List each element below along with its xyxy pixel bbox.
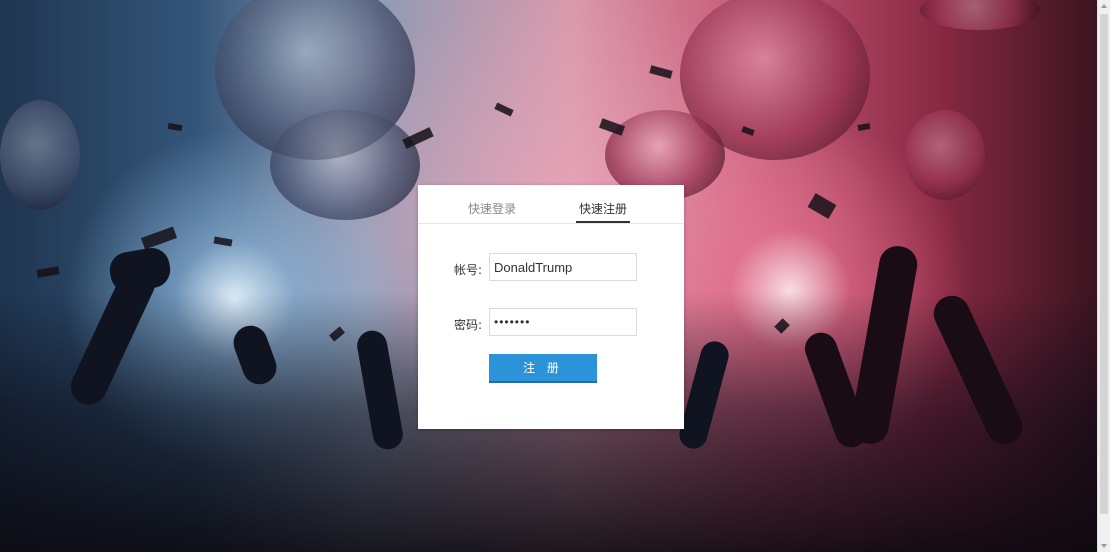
tab-quick-register[interactable]: 快速注册 <box>579 200 627 217</box>
password-row: 密码: <box>418 308 684 338</box>
vertical-scrollbar[interactable] <box>1097 0 1110 552</box>
active-tab-indicator <box>576 221 630 223</box>
confetti <box>807 193 837 219</box>
scroll-down-arrow-icon[interactable] <box>1101 544 1107 548</box>
raised-hand <box>106 245 174 295</box>
confetti <box>140 226 178 250</box>
register-button[interactable]: 注 册 <box>489 354 597 383</box>
disco-ball <box>0 100 80 210</box>
tab-bar: 快速登录 快速注册 <box>418 185 684 224</box>
password-input[interactable] <box>489 308 637 336</box>
confetti <box>167 122 183 132</box>
disco-ball <box>270 110 420 220</box>
confetti <box>494 102 514 117</box>
tab-quick-login[interactable]: 快速登录 <box>468 200 516 217</box>
scroll-up-arrow-icon[interactable] <box>1101 4 1107 8</box>
account-row: 帐号: <box>418 253 684 283</box>
account-label: 帐号: <box>454 263 483 277</box>
confetti <box>36 266 60 278</box>
confetti <box>649 65 673 79</box>
disco-ball <box>920 0 1040 30</box>
register-card: 快速登录 快速注册 帐号: 密码: 注 册 <box>418 185 684 429</box>
confetti <box>857 123 871 131</box>
page: 快速登录 快速注册 帐号: 密码: 注 册 <box>0 0 1110 552</box>
password-label: 密码: <box>454 318 483 332</box>
confetti <box>213 236 233 247</box>
account-input[interactable] <box>489 253 637 281</box>
disco-ball <box>905 110 985 200</box>
confetti <box>402 127 434 149</box>
scroll-thumb[interactable] <box>1100 14 1108 514</box>
